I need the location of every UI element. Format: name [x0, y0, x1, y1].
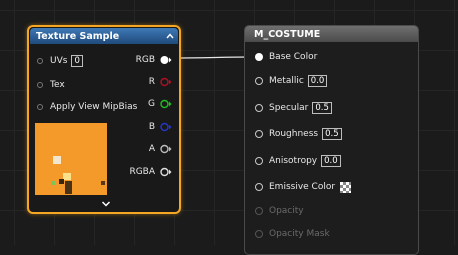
- texture-preview-image: [35, 123, 107, 195]
- input-pin-icon[interactable]: [37, 104, 43, 110]
- input-label: Tex: [50, 80, 65, 90]
- input-label: Anisotropy: [269, 156, 318, 166]
- blue-pin-icon[interactable]: [160, 122, 172, 132]
- roughness-value-field[interactable]: 0.5: [322, 128, 342, 140]
- input-emissive-color[interactable]: Emissive Color: [255, 180, 352, 194]
- specular-value-field[interactable]: 0.5: [312, 102, 332, 114]
- output-label: R: [148, 77, 155, 87]
- rgb-pin-icon[interactable]: [160, 55, 172, 65]
- output-label: A: [148, 144, 155, 154]
- uvs-value-field[interactable]: 0: [71, 55, 83, 67]
- input-label: Roughness: [269, 129, 319, 139]
- input-anisotropy[interactable]: Anisotropy 0.0: [255, 154, 341, 168]
- input-pin-icon: [255, 230, 263, 238]
- input-label: Base Color: [269, 52, 318, 62]
- input-pin-icon[interactable]: [255, 130, 263, 138]
- input-roughness[interactable]: Roughness 0.5: [255, 127, 342, 141]
- input-pin-icon[interactable]: [37, 58, 43, 64]
- red-pin-icon[interactable]: [160, 77, 172, 87]
- input-label: Specular: [269, 103, 309, 113]
- input-pin-icon[interactable]: [255, 183, 263, 191]
- input-label: Metallic: [269, 76, 304, 86]
- output-label: B: [148, 122, 155, 132]
- input-label: Opacity Mask: [269, 229, 330, 239]
- input-tex[interactable]: Tex: [37, 78, 65, 92]
- output-g[interactable]: G: [148, 97, 172, 111]
- input-specular[interactable]: Specular 0.5: [255, 101, 332, 115]
- rgba-pin-icon[interactable]: [160, 167, 172, 177]
- output-rgba[interactable]: RGBA: [129, 165, 172, 179]
- material-node-header[interactable]: M_COSTUME: [245, 26, 418, 42]
- input-pin-icon: [255, 207, 263, 215]
- collapse-chevron-icon[interactable]: [165, 32, 174, 41]
- input-label: Emissive Color: [269, 182, 336, 192]
- texture-node-header[interactable]: Texture Sample: [30, 28, 178, 44]
- input-opacity: Opacity: [255, 204, 304, 218]
- texture-sample-node[interactable]: Texture Sample UVs 0 Tex Apply View MipB…: [27, 25, 181, 214]
- input-label: Apply View MipBias: [50, 102, 138, 112]
- input-pin-icon[interactable]: [255, 77, 263, 85]
- input-opacity-mask: Opacity Mask: [255, 227, 330, 241]
- output-r[interactable]: R: [149, 75, 172, 89]
- green-pin-icon[interactable]: [160, 99, 172, 109]
- input-apply-view-mipbias[interactable]: Apply View MipBias: [37, 100, 137, 114]
- input-uvs[interactable]: UVs 0: [37, 54, 83, 68]
- input-pin-icon[interactable]: [37, 82, 43, 88]
- output-rgb[interactable]: RGB: [136, 53, 172, 67]
- input-pin-icon[interactable]: [255, 157, 263, 165]
- output-label: RGB: [135, 55, 155, 65]
- texture-node-title: Texture Sample: [36, 30, 120, 42]
- emissive-color-swatch[interactable]: [340, 181, 352, 193]
- anisotropy-value-field[interactable]: 0.0: [321, 155, 341, 167]
- input-label: Opacity: [269, 206, 304, 216]
- metallic-value-field[interactable]: 0.0: [307, 75, 328, 87]
- material-node-title: M_COSTUME: [254, 28, 321, 40]
- output-a[interactable]: A: [149, 142, 172, 156]
- output-label: RGBA: [129, 167, 155, 177]
- input-base-color[interactable]: Base Color: [255, 50, 317, 64]
- input-label: UVs: [50, 56, 68, 66]
- expand-chevron-icon[interactable]: [101, 200, 111, 208]
- material-result-node[interactable]: M_COSTUME Base Color Metallic 0.0 Specul…: [244, 25, 419, 255]
- alpha-pin-icon[interactable]: [160, 144, 172, 154]
- input-metallic[interactable]: Metallic 0.0: [255, 74, 328, 88]
- output-b[interactable]: B: [149, 120, 172, 134]
- output-label: G: [148, 99, 155, 109]
- base-color-pin-icon[interactable]: [255, 53, 263, 61]
- input-pin-icon[interactable]: [255, 104, 263, 112]
